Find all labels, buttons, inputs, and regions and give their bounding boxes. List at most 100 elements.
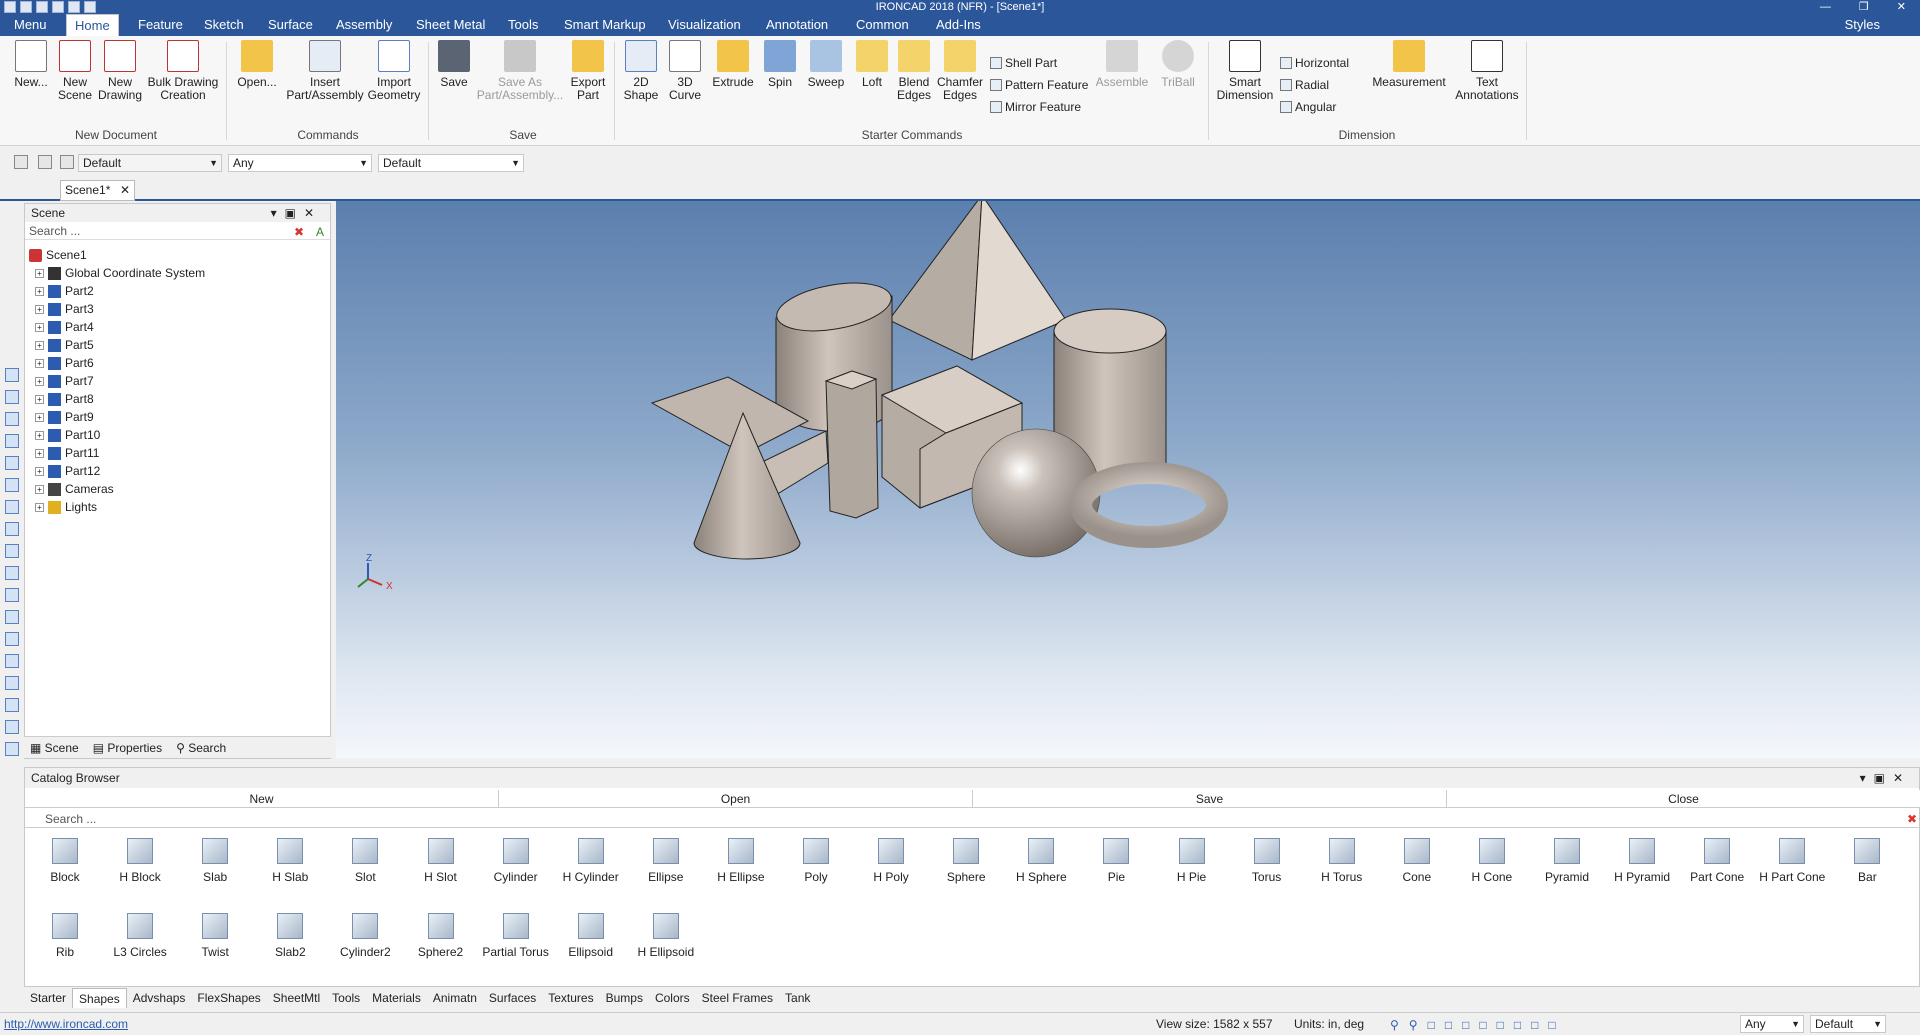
status-filter-combo[interactable]: Any ▼ — [1740, 1015, 1804, 1033]
tool-icon[interactable] — [5, 478, 19, 492]
pattern-feature-button[interactable]: Pattern Feature — [990, 78, 1088, 92]
text-annotations-button[interactable]: Text Annotations — [1454, 40, 1520, 102]
pyramid-shape[interactable] — [888, 193, 983, 361]
styles-menu[interactable]: Styles — [1845, 14, 1880, 36]
tree-root-scene1[interactable]: Scene1 — [25, 246, 330, 264]
scene-render[interactable]: Z X — [336, 193, 1920, 758]
expand-icon[interactable]: + — [35, 466, 44, 476]
new-drawing-button[interactable]: New Drawing — [98, 40, 142, 102]
new-button[interactable]: New... — [10, 40, 52, 89]
search-options-icon[interactable]: A — [316, 223, 324, 241]
style-combo[interactable]: Default ▼ — [78, 154, 222, 172]
tree-node[interactable]: + Part4 — [25, 318, 330, 336]
catalog-item[interactable]: H Ellipsoid — [631, 913, 701, 959]
catalog-tab[interactable]: Tools — [326, 988, 366, 1008]
panel-controls[interactable]: ▾▣✕ — [1860, 768, 1911, 788]
catalog-close-button[interactable]: Close — [1447, 790, 1920, 807]
tool-icon[interactable] — [5, 390, 19, 404]
blend-edges-button[interactable]: Blend Edges — [894, 40, 934, 102]
catalog-item[interactable]: Poly — [781, 838, 851, 884]
catalog-item[interactable]: H Pie — [1157, 838, 1227, 884]
select-icon[interactable] — [38, 155, 52, 169]
import-geometry-button[interactable]: Import Geometry — [366, 40, 422, 102]
radial-dimension-button[interactable]: Radial — [1280, 78, 1329, 92]
expand-icon[interactable]: + — [35, 304, 44, 314]
tab-search[interactable]: ⚲ Search — [176, 741, 226, 755]
restore-icon[interactable]: ❐ — [1859, 0, 1869, 14]
tree-node[interactable]: + Part12 — [25, 462, 330, 480]
tab-annotation[interactable]: Annotation — [758, 14, 836, 36]
open-button[interactable]: Open... — [234, 40, 280, 89]
tool-icon[interactable] — [5, 654, 19, 668]
3d-viewport[interactable]: Z X — [336, 193, 1920, 758]
hex-column-shape[interactable] — [825, 370, 879, 519]
catalog-item[interactable]: Twist — [180, 913, 250, 959]
catalog-item[interactable]: Slab2 — [255, 913, 325, 959]
tool-icon[interactable] — [5, 544, 19, 558]
3d-curve-button[interactable]: 3D Curve — [664, 40, 706, 102]
expand-icon[interactable]: + — [35, 430, 44, 440]
catalog-tab[interactable]: Starter — [24, 988, 72, 1008]
panel-controls[interactable]: ▾▣✕ — [271, 204, 322, 222]
tool-icon[interactable] — [5, 632, 19, 646]
sweep-button[interactable]: Sweep — [804, 40, 848, 89]
tab-surface[interactable]: Surface — [260, 14, 321, 36]
catalog-item[interactable]: Partial Torus — [481, 913, 551, 959]
tree-node[interactable]: + Lights — [25, 498, 330, 516]
catalog-item[interactable]: H Part Cone — [1757, 838, 1827, 884]
tree-node[interactable]: + Part8 — [25, 390, 330, 408]
tool-icon[interactable] — [5, 610, 19, 624]
save-as-button[interactable]: Save As Part/Assembly... — [474, 40, 566, 102]
scene-search-input[interactable]: Search ... ✖ A — [25, 222, 330, 240]
catalog-tab[interactable]: Steel Frames — [696, 988, 779, 1008]
catalog-item[interactable]: Part Cone — [1682, 838, 1752, 884]
tab-menu[interactable]: Menu — [6, 14, 55, 36]
catalog-tab[interactable]: Colors — [649, 988, 696, 1008]
new-scene-button[interactable]: New Scene — [54, 40, 96, 102]
tool-icon[interactable] — [5, 720, 19, 734]
catalog-item[interactable]: H Slot — [406, 838, 476, 884]
tab-feature[interactable]: Feature — [130, 14, 191, 36]
catalog-item[interactable]: Ellipsoid — [556, 913, 626, 959]
horizontal-dimension-button[interactable]: Horizontal — [1280, 56, 1349, 70]
catalog-item[interactable]: Cone — [1382, 838, 1452, 884]
save-button[interactable]: Save — [436, 40, 472, 89]
view-tools[interactable]: ⚲⚲□□□□□□□□ — [1390, 1015, 1566, 1035]
chamfer-edges-button[interactable]: Chamfer Edges — [936, 40, 984, 102]
triball-button[interactable]: TriBall — [1152, 40, 1204, 89]
tab-assembly[interactable]: Assembly — [328, 14, 400, 36]
expand-icon[interactable]: + — [35, 448, 44, 458]
tab-tools[interactable]: Tools — [500, 14, 546, 36]
mirror-feature-button[interactable]: Mirror Feature — [990, 100, 1081, 114]
catalog-tab[interactable]: Textures — [542, 988, 599, 1008]
tree-node[interactable]: + Part3 — [25, 300, 330, 318]
catalog-search-input[interactable]: Search ... ✖ — [25, 810, 1920, 828]
close-icon[interactable]: ✕ — [1897, 0, 1906, 14]
tool-icon[interactable] — [5, 456, 19, 470]
tree-node[interactable]: + Part5 — [25, 336, 330, 354]
catalog-item[interactable]: H Pyramid — [1607, 838, 1677, 884]
selection-filter-combo[interactable]: Any ▼ — [228, 154, 372, 172]
tree-node[interactable]: + Part11 — [25, 444, 330, 462]
tab-sketch[interactable]: Sketch — [196, 14, 252, 36]
expand-icon[interactable]: + — [35, 322, 44, 332]
expand-icon[interactable]: + — [35, 502, 44, 512]
catalog-tab[interactable]: Surfaces — [483, 988, 542, 1008]
catalog-item[interactable]: Bar — [1832, 838, 1902, 884]
expand-icon[interactable]: + — [35, 394, 44, 404]
tree-node[interactable]: + Part2 — [25, 282, 330, 300]
catalog-tab[interactable]: Shapes — [72, 988, 127, 1008]
catalog-item[interactable]: Sphere — [931, 838, 1001, 884]
tree-node[interactable]: + Part7 — [25, 372, 330, 390]
tab-properties[interactable]: ▤ Properties — [93, 741, 162, 755]
tool-icon[interactable] — [5, 588, 19, 602]
expand-icon[interactable]: + — [35, 268, 44, 278]
tab-home[interactable]: Home — [66, 14, 119, 36]
clear-search-icon[interactable]: ✖ — [1907, 810, 1917, 828]
catalog-item[interactable]: H Block — [105, 838, 175, 884]
catalog-tab[interactable]: Advshaps — [127, 988, 192, 1008]
smart-dimension-button[interactable]: Smart Dimension — [1214, 40, 1276, 102]
catalog-open-button[interactable]: Open — [499, 790, 973, 807]
shell-part-button[interactable]: Shell Part — [990, 56, 1057, 70]
measurement-button[interactable]: Measurement — [1370, 40, 1448, 89]
